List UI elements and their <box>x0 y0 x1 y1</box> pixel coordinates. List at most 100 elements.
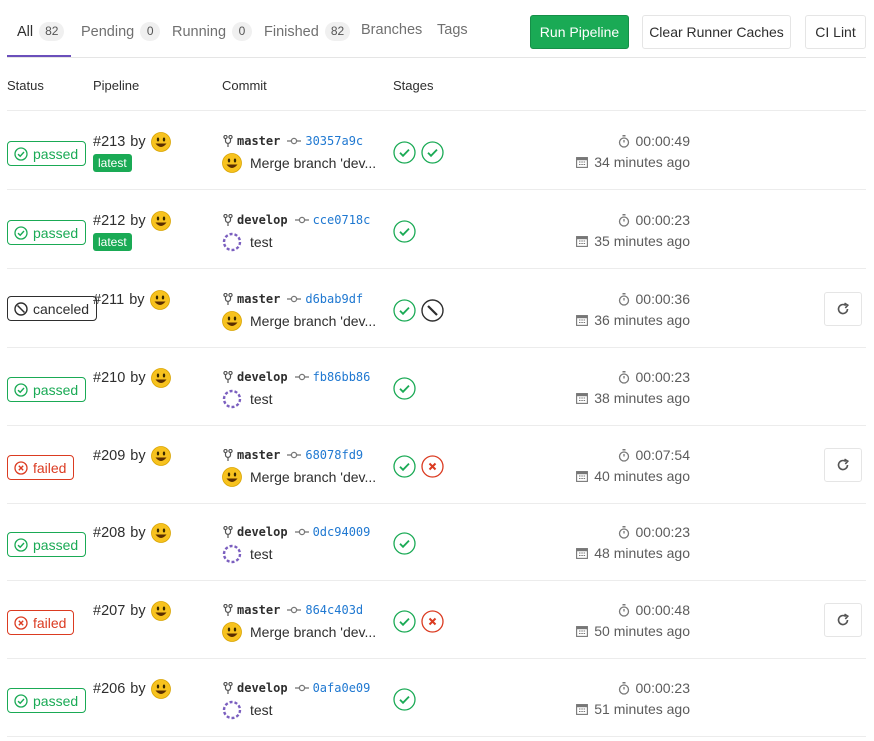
author-avatar[interactable] <box>222 467 242 487</box>
stages-graph <box>393 299 444 322</box>
pipeline-id-link[interactable]: #209 <box>93 448 125 464</box>
triggered-by-label: by <box>130 603 146 619</box>
status-badge[interactable]: passed <box>7 220 87 245</box>
user-avatar[interactable] <box>150 601 171 621</box>
commit-icon <box>294 215 309 225</box>
status-badge[interactable]: passed <box>7 377 87 402</box>
commit-message[interactable]: test <box>250 546 273 562</box>
stage-success-icon[interactable] <box>393 532 416 555</box>
branch-name[interactable]: master <box>237 603 280 617</box>
stages-graph <box>393 377 416 400</box>
status-badge[interactable]: passed <box>7 688 87 713</box>
identicon-avatar[interactable] <box>222 700 242 720</box>
commit-sha[interactable]: 0afa0e09 <box>313 681 371 695</box>
stage-canceled-icon[interactable] <box>421 299 444 322</box>
commit-sha[interactable]: 0dc94009 <box>313 525 371 539</box>
commit-message[interactable]: Merge branch 'dev... <box>250 313 376 329</box>
stage-success-icon[interactable] <box>421 141 444 164</box>
branch-name[interactable]: develop <box>237 525 288 539</box>
commit-message[interactable]: Merge branch 'dev... <box>250 469 376 485</box>
status-badge[interactable]: failed <box>7 455 75 480</box>
tab-all[interactable]: All 82 <box>17 22 65 41</box>
stage-success-icon[interactable] <box>393 455 416 478</box>
status-passed-icon <box>14 146 28 161</box>
branch-name[interactable]: develop <box>237 213 288 227</box>
retry-button[interactable] <box>824 292 862 326</box>
commit-sha[interactable]: 864c403d <box>305 603 363 617</box>
tab-tags[interactable]: Tags <box>437 22 468 38</box>
pipeline-id-link[interactable]: #213 <box>93 134 125 150</box>
author-avatar[interactable] <box>222 153 242 173</box>
tab-branches[interactable]: Branches <box>361 22 422 38</box>
tab-finished[interactable]: Finished 82 <box>264 22 351 41</box>
branch-icon <box>223 292 233 306</box>
user-avatar[interactable] <box>150 132 171 152</box>
tab-running[interactable]: Running 0 <box>172 22 253 41</box>
commit-icon <box>287 605 302 615</box>
stage-failed-icon[interactable] <box>421 455 444 478</box>
commit-ref: master 30357a9c <box>223 134 363 148</box>
stage-success-icon[interactable] <box>393 299 416 322</box>
status-badge[interactable]: failed <box>7 610 75 635</box>
user-avatar[interactable] <box>150 368 171 388</box>
stage-success-icon[interactable] <box>393 610 416 633</box>
branch-icon <box>223 525 233 539</box>
author-avatar[interactable] <box>222 311 242 331</box>
branch-name[interactable]: master <box>237 448 280 462</box>
stage-success-icon[interactable] <box>393 220 416 243</box>
pipeline-id-link[interactable]: #212 <box>93 213 125 229</box>
branch-name[interactable]: master <box>237 134 280 148</box>
user-avatar[interactable] <box>150 211 171 231</box>
retry-icon <box>836 613 850 627</box>
commit-sha[interactable]: cce0718c <box>313 213 371 227</box>
clear-runner-caches-button[interactable]: Clear Runner Caches <box>642 15 791 49</box>
retry-button[interactable] <box>824 603 862 637</box>
commit-sha[interactable]: fb86bb86 <box>313 370 371 384</box>
user-avatar[interactable] <box>150 679 171 699</box>
pipeline-id-link[interactable]: #210 <box>93 370 125 386</box>
finished-at: 38 minutes ago <box>594 390 690 406</box>
pipeline-row: passed #213 by latest master 30357a9c Me… <box>0 112 874 190</box>
commit-sha[interactable]: 30357a9c <box>305 134 363 148</box>
commit-sha[interactable]: 68078fd9 <box>305 448 363 462</box>
stage-success-icon[interactable] <box>393 688 416 711</box>
user-avatar[interactable] <box>149 290 170 310</box>
branch-icon <box>223 134 233 148</box>
pipeline-id-link[interactable]: #207 <box>93 603 125 619</box>
retry-button[interactable] <box>824 448 862 482</box>
pipeline-id-link[interactable]: #206 <box>93 681 125 697</box>
identicon-avatar[interactable] <box>222 544 242 564</box>
branch-name[interactable]: develop <box>237 681 288 695</box>
user-avatar[interactable] <box>150 446 171 466</box>
commit-message[interactable]: test <box>250 702 273 718</box>
branch-name[interactable]: master <box>237 292 280 306</box>
commit-message[interactable]: Merge branch 'dev... <box>250 624 376 640</box>
commit-message[interactable]: Merge branch 'dev... <box>250 155 376 171</box>
pipeline-id-link[interactable]: #211 <box>93 292 124 308</box>
run-pipeline-button[interactable]: Run Pipeline <box>530 15 629 49</box>
timing: 00:00:48 50 minutes ago <box>560 600 690 641</box>
commit-message[interactable]: test <box>250 391 273 407</box>
ci-lint-button[interactable]: CI Lint <box>805 15 866 49</box>
pipeline-id-link[interactable]: #208 <box>93 525 125 541</box>
commit-message[interactable]: test <box>250 234 273 250</box>
author-avatar[interactable] <box>222 622 242 642</box>
branch-name[interactable]: develop <box>237 370 288 384</box>
status-label: passed <box>33 536 79 553</box>
duration: 00:00:48 <box>635 602 691 618</box>
stage-success-icon[interactable] <box>393 141 416 164</box>
user-avatar[interactable] <box>150 523 171 543</box>
identicon-avatar[interactable] <box>222 232 242 252</box>
identicon-avatar[interactable] <box>222 389 242 409</box>
tab-pending[interactable]: Pending 0 <box>81 22 161 41</box>
commit-sha[interactable]: d6bab9df <box>305 292 363 306</box>
stage-success-icon[interactable] <box>393 377 416 400</box>
status-badge[interactable]: canceled <box>7 296 98 321</box>
status-badge[interactable]: passed <box>7 141 87 166</box>
commit-info: test <box>222 544 382 564</box>
status-badge[interactable]: passed <box>7 532 87 557</box>
stage-failed-icon[interactable] <box>421 610 444 633</box>
timing: 00:00:23 35 minutes ago <box>560 210 690 251</box>
timer-icon <box>618 681 630 695</box>
timing: 00:00:49 34 minutes ago <box>560 131 690 172</box>
